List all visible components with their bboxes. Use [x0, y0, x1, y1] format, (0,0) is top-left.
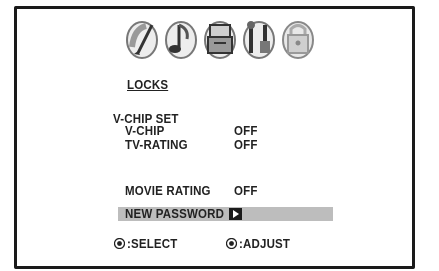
movie-rating-value: OFF	[234, 184, 258, 198]
tools-icon[interactable]	[241, 17, 278, 61]
tv-rating-label[interactable]: TV-RATING	[125, 138, 188, 152]
page-title: LOCKS	[127, 78, 169, 92]
palette-icon[interactable]	[124, 17, 161, 61]
lock-icon[interactable]	[280, 17, 317, 61]
play-arrow-icon[interactable]	[229, 208, 242, 220]
vchip-value: OFF	[234, 124, 258, 138]
select-hint: :SELECT	[127, 237, 178, 251]
vchip-label[interactable]: V-CHIP	[125, 124, 164, 138]
movie-rating-label[interactable]: MOVIE RATING	[125, 184, 211, 198]
box-icon[interactable]	[202, 17, 239, 61]
select-button-icon	[114, 238, 125, 249]
adjust-hint: :ADJUST	[239, 237, 291, 251]
menu-icon-bar	[124, 17, 317, 61]
music-note-icon[interactable]	[163, 17, 200, 61]
tv-rating-value: OFF	[234, 138, 258, 152]
new-password-label[interactable]: NEW PASSWORD	[125, 207, 224, 221]
adjust-button-icon	[226, 238, 237, 249]
